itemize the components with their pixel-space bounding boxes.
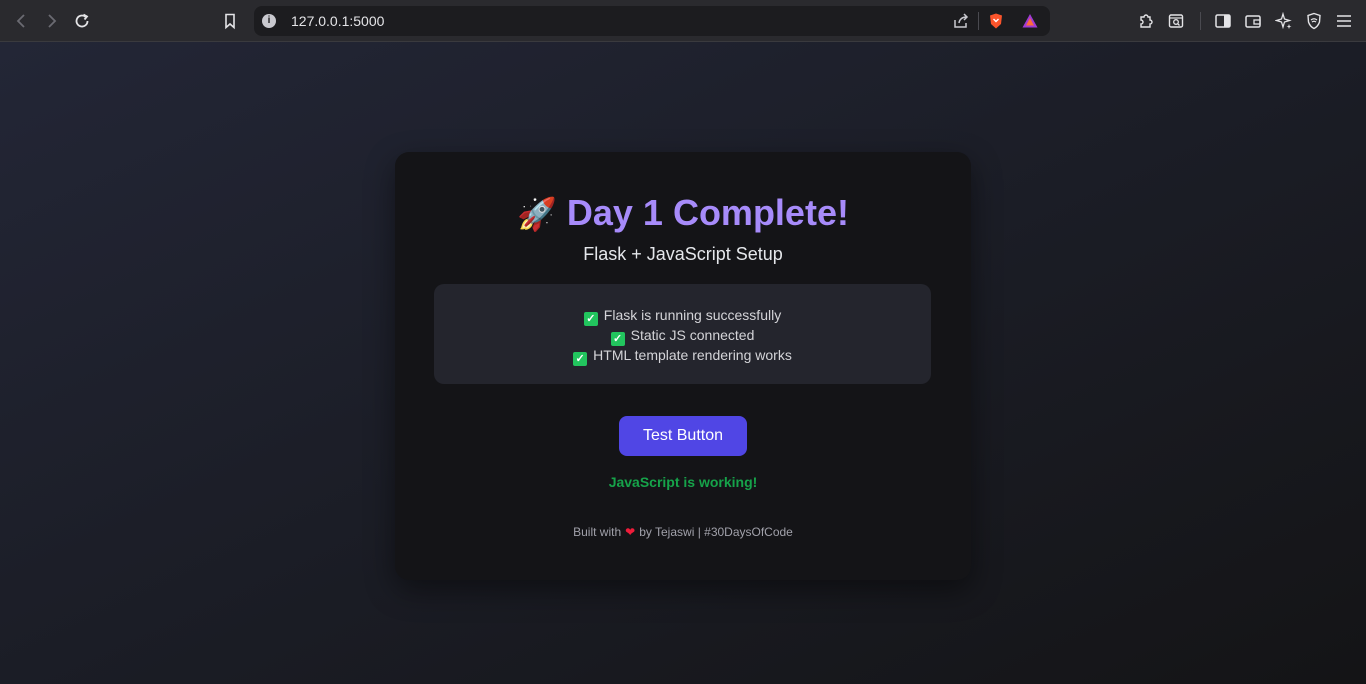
toolbar-divider <box>1200 12 1201 30</box>
menu-icon[interactable] <box>1333 10 1355 32</box>
checklist-panel: ✓ Flask is running successfully ✓ Static J… <box>434 284 931 384</box>
sidebar-icon[interactable] <box>1212 10 1234 32</box>
forward-icon[interactable] <box>40 10 62 32</box>
reader-search-icon[interactable] <box>1165 10 1187 32</box>
footer-prefix: Built with <box>573 525 622 539</box>
url-text[interactable]: 127.0.0.1:5000 <box>291 13 384 29</box>
wallet-icon[interactable] <box>1242 10 1264 32</box>
site-info-icon[interactable]: i <box>262 14 276 28</box>
status-card: 🚀 Day 1 Complete! Flask + JavaScript Setu… <box>395 152 971 580</box>
bookmark-icon[interactable] <box>219 10 241 32</box>
page-title: 🚀 Day 1 Complete! <box>395 192 971 234</box>
vpn-icon[interactable] <box>1303 10 1325 32</box>
check-text: Static JS connected <box>630 327 755 343</box>
share-icon[interactable] <box>950 10 972 32</box>
page-subtitle: Flask + JavaScript Setup <box>583 244 783 264</box>
check-item: ✓ Static JS connected <box>434 325 931 346</box>
leo-ai-icon[interactable] <box>1273 10 1295 32</box>
check-text: Flask is running successfully <box>603 307 782 323</box>
check-icon: ✓ <box>573 352 588 366</box>
brave-rewards-icon[interactable] <box>1019 10 1041 32</box>
check-icon: ✓ <box>583 312 598 326</box>
back-icon[interactable] <box>11 10 33 32</box>
brave-shields-icon[interactable] <box>985 10 1007 32</box>
check-item: ✓ Flask is running successfully <box>434 305 931 326</box>
urlbar-divider <box>978 12 979 30</box>
footer-credit: Built with ❤ by Tejaswi | #30DaysOfCode <box>395 525 971 539</box>
page-background: 🚀 Day 1 Complete! Flask + JavaScript Setu… <box>0 42 1366 684</box>
check-text: HTML template rendering works <box>593 347 792 363</box>
address-bar[interactable]: i 127.0.0.1:5000 <box>254 6 1050 36</box>
title-text: Day 1 Complete! <box>566 192 849 233</box>
check-icon: ✓ <box>610 332 625 346</box>
reload-icon[interactable] <box>71 10 93 32</box>
heart-icon: ❤ <box>625 525 636 539</box>
rocket-icon: 🚀 <box>517 196 557 232</box>
footer-suffix: by Tejaswi | #30DaysOfCode <box>639 525 793 539</box>
check-item: ✓ HTML template rendering works <box>434 345 931 366</box>
js-status-message: JavaScript is working! <box>608 474 758 490</box>
test-button[interactable]: Test Button <box>619 416 747 456</box>
extensions-icon[interactable] <box>1135 10 1157 32</box>
browser-toolbar: i 127.0.0.1:5000 <box>0 0 1366 42</box>
